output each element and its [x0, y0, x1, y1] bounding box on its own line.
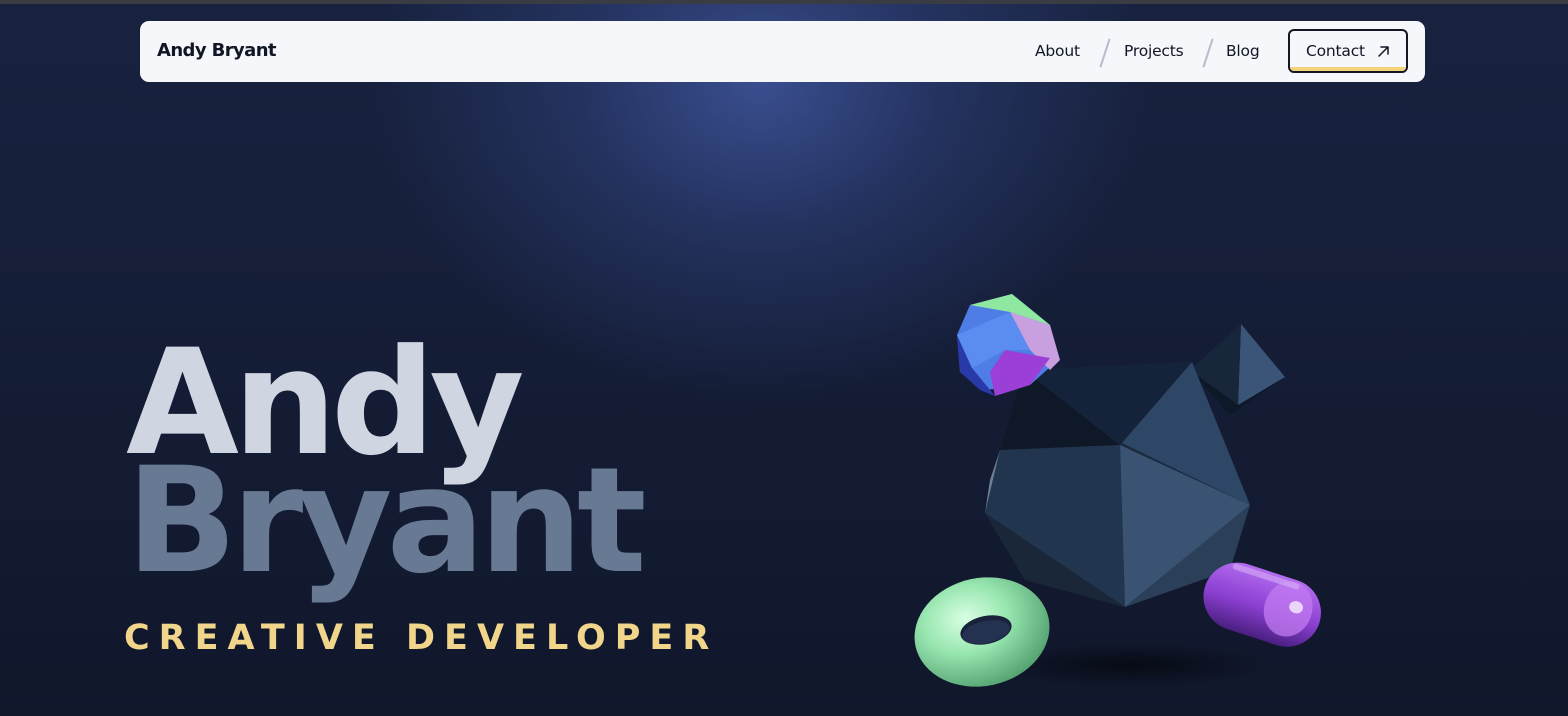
icosahedron-shape [985, 362, 1250, 607]
3d-shapes-illustration [914, 294, 1321, 687]
contact-button-label: Contact [1306, 42, 1365, 60]
brand-logo[interactable]: Andy Bryant [157, 40, 277, 61]
hero-role-title: CREATIVE DEVELOPER [124, 618, 719, 658]
contact-button[interactable]: Contact [1288, 29, 1408, 73]
hero-last-name: Bryant [126, 436, 647, 606]
arrow-up-right-icon [1378, 46, 1389, 57]
nav-link-blog[interactable]: Blog [1226, 42, 1260, 60]
navbar: Andy Bryant About Projects Blog Contact [140, 21, 1425, 82]
contact-button-accent [1290, 67, 1406, 71]
nav-link-about[interactable]: About [1035, 42, 1080, 60]
nav-link-projects[interactable]: Projects [1124, 42, 1184, 60]
nav-separator [1099, 38, 1111, 68]
nav-separator [1202, 38, 1214, 68]
